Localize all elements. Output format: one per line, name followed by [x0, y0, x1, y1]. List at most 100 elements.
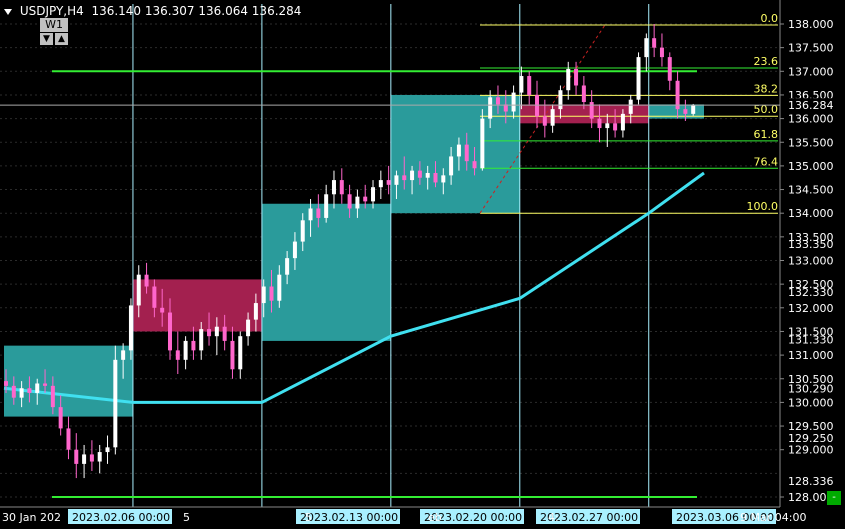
candle-body	[214, 326, 219, 337]
candle-body	[66, 428, 71, 450]
candle-body	[480, 118, 485, 169]
price-tick-label: 137.500	[788, 42, 834, 55]
candle-body	[378, 180, 383, 188]
candle-body	[128, 305, 133, 351]
candle-body	[261, 286, 266, 304]
fib-level-label: 61.8	[754, 128, 779, 141]
zone-demand	[390, 94, 520, 214]
candle-body	[566, 68, 571, 91]
price-tick-label: 129.000	[788, 444, 834, 457]
candle-body	[542, 116, 547, 126]
candle-body	[300, 220, 305, 242]
candle-body	[183, 340, 188, 360]
time-tick-label: 30 Jan 202	[2, 511, 61, 524]
candle-body	[144, 274, 149, 287]
candle-body	[472, 161, 477, 169]
candle-body	[11, 385, 16, 398]
time-tick-label: 2023.02.13 00:00	[300, 511, 398, 524]
price-overlap-label: 132.330	[788, 286, 834, 299]
timeframe-switcher: W1 ▼ ▲	[38, 18, 70, 46]
time-axis[interactable]: 30 Jan 202 2023.02.06 00:00 5 2023.02.13 00…	[0, 506, 806, 524]
symbol-header: USDJPY,H4 136.140 136.307 136.064 136.28…	[4, 4, 301, 18]
price-overlap-label: 130.290	[788, 383, 834, 396]
candle-body	[331, 180, 336, 195]
candle-body	[456, 144, 461, 157]
candle-body	[550, 109, 555, 126]
candle-body	[339, 180, 344, 195]
high-value: 136.307	[144, 4, 195, 18]
candle-body	[449, 156, 454, 176]
price-tick-label: 137.000	[788, 65, 834, 78]
time-tick-label: 9 Mar 04:00	[740, 511, 806, 524]
candle-body	[238, 336, 243, 370]
zone-demand	[261, 203, 391, 341]
price-zones	[4, 94, 704, 417]
time-tick-label: 2023.02.06 00:00	[72, 511, 170, 524]
fib-level-label: 100.0	[747, 200, 779, 213]
candle-body	[222, 326, 227, 341]
candle-body	[511, 92, 516, 112]
price-axis[interactable]: 138.000137.500137.000136.500136.000135.5…	[0, 0, 842, 507]
zone-supply	[132, 279, 262, 332]
price-tick-label: 131.000	[788, 349, 834, 362]
candle-body	[199, 329, 204, 351]
candle-body	[191, 340, 196, 351]
candle-body	[495, 97, 500, 105]
fib-level-label: 38.2	[754, 82, 779, 95]
close-value: 136.284	[251, 4, 302, 18]
candle-body	[605, 123, 610, 129]
timeframe-up-button[interactable]: ▲	[55, 33, 68, 45]
candle-body	[253, 303, 258, 320]
candle-body	[589, 102, 594, 119]
candle-body	[292, 241, 297, 259]
price-chart[interactable]: 0.023.638.250.061.876.4100.0 138.000137.…	[0, 0, 845, 529]
price-tick-label: 130.000	[788, 396, 834, 409]
time-tick-label: 4:	[548, 511, 559, 524]
candle-body	[316, 208, 321, 218]
open-value: 136.140	[91, 4, 142, 18]
candle-body	[417, 170, 422, 178]
candle-body	[4, 381, 8, 386]
candle-body	[386, 180, 391, 185]
candle-body	[527, 76, 532, 95]
timeframe-label[interactable]: W1	[40, 18, 68, 32]
candle-body	[43, 383, 48, 386]
price-tick-label: 135.000	[788, 160, 834, 173]
header-menu-icon[interactable]	[4, 8, 12, 15]
candle-body	[628, 99, 633, 114]
time-tick-label: 5	[183, 511, 190, 524]
candle-body	[175, 350, 180, 360]
candle-body	[371, 187, 376, 202]
candle-body	[683, 109, 688, 114]
candle-body	[394, 175, 399, 185]
low-value: 136.064	[198, 4, 248, 18]
price-overlap-label: 133.350	[788, 238, 834, 251]
timeframe-down-button[interactable]: ▼	[40, 33, 53, 45]
candle-body	[269, 286, 274, 301]
candle-body	[410, 170, 415, 181]
candle-body	[207, 329, 212, 337]
candle-body	[285, 258, 290, 275]
candle-body	[355, 196, 360, 209]
candle-body	[581, 85, 586, 103]
candle-body	[464, 144, 469, 162]
candle-body	[488, 97, 493, 119]
candle-body	[519, 76, 524, 93]
candle-body	[230, 340, 235, 370]
candle-body	[558, 90, 563, 110]
price-tick-label: 132.000	[788, 302, 834, 315]
candle-body	[50, 385, 55, 408]
candle-body	[277, 274, 282, 301]
fib-level-label: 0.0	[761, 12, 779, 25]
candle-body	[613, 123, 618, 131]
time-tick-label: eb	[428, 511, 442, 524]
candle-body	[121, 350, 126, 360]
candle-body	[136, 274, 141, 306]
candle-body	[105, 447, 110, 453]
candle-body	[425, 172, 430, 178]
price-tick-label: 136.000	[788, 113, 834, 126]
symbol-label: USDJPY,H4	[19, 4, 84, 18]
price-tick-label: 138.000	[788, 18, 834, 31]
collapse-button[interactable]: -	[827, 491, 841, 505]
time-tick-label: 5	[305, 511, 312, 524]
